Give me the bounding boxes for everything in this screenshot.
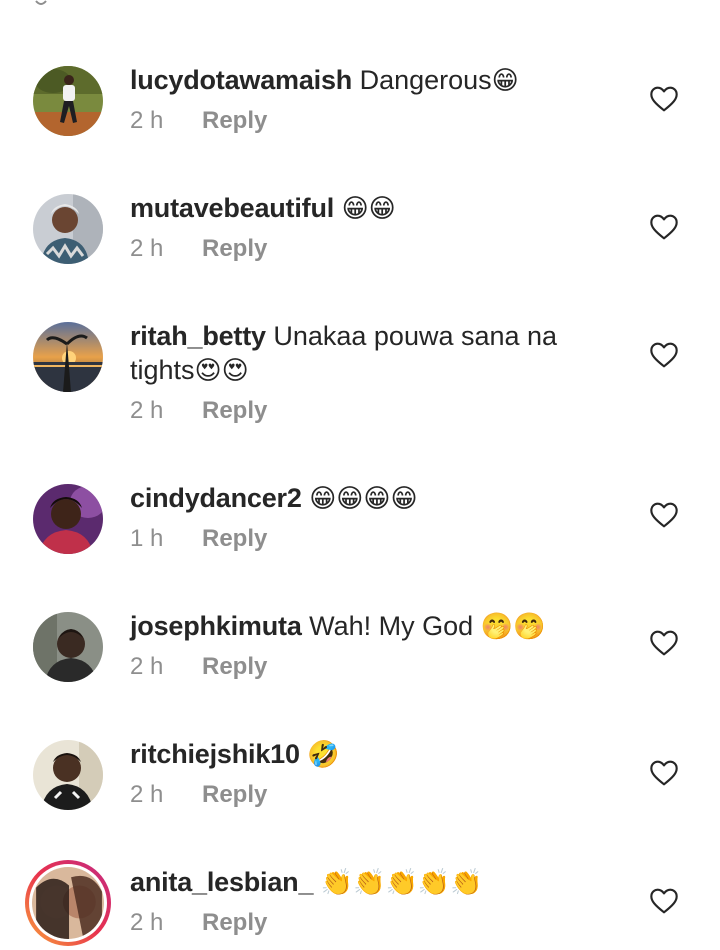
comment-username[interactable]: mutavebeautiful: [130, 193, 334, 223]
comment-username[interactable]: cindydancer2: [130, 483, 302, 513]
comment-username[interactable]: anita_lesbian_: [130, 867, 313, 897]
comment-body: ritah_betty Unakaa pouwa sana na tights😍…: [130, 319, 580, 427]
comment-timestamp: 2 h: [130, 909, 164, 936]
comment-emoji: 😍😍: [194, 355, 249, 385]
comment-text: ritah_betty Unakaa pouwa sana na tights😍…: [130, 319, 580, 387]
reply-button[interactable]: Reply: [202, 107, 267, 134]
comment-message: Wah! My God: [301, 611, 481, 641]
comment-timestamp: 1 h: [130, 525, 164, 552]
heart-outline-icon: [650, 502, 678, 528]
reply-button[interactable]: Reply: [202, 525, 267, 552]
reply-button[interactable]: Reply: [202, 235, 267, 262]
heart-outline-icon: [650, 888, 678, 914]
comment-message: [334, 193, 342, 223]
comment-emoji: 😁: [491, 65, 519, 95]
reply-button[interactable]: Reply: [202, 909, 267, 936]
comment-message: [313, 867, 321, 897]
comment-meta: 2 h Reply: [130, 779, 580, 811]
avatar-with-story-ring[interactable]: [25, 860, 111, 946]
avatar[interactable]: [33, 322, 103, 392]
avatar[interactable]: [33, 612, 103, 682]
like-button[interactable]: [648, 627, 680, 659]
comment-username[interactable]: ritah_betty: [130, 321, 266, 351]
comment-username[interactable]: lucydotawamaish: [130, 65, 352, 95]
comment-emoji: 👏👏👏👏👏: [320, 867, 483, 897]
comment-text: mutavebeautiful 😁😁: [130, 191, 580, 225]
comment-body: lucydotawamaish Dangerous😁 2 h Reply: [130, 63, 580, 137]
comment-timestamp: 2 h: [130, 653, 164, 680]
like-button[interactable]: [648, 83, 680, 115]
comment-text: ritchiejshik10 🤣: [130, 737, 580, 771]
comment-meta: 2 h Reply: [130, 651, 580, 683]
like-button[interactable]: [648, 211, 680, 243]
heart-outline-icon: [650, 760, 678, 786]
comment-timestamp: 2 h: [130, 397, 164, 424]
like-button[interactable]: [648, 339, 680, 371]
avatar[interactable]: [33, 484, 103, 554]
comment-body: cindydancer2 😁😁😁😁 1 h Reply: [130, 481, 580, 555]
avatar[interactable]: [33, 740, 103, 810]
comment-body: josephkimuta Wah! My God 🤭🤭 2 h Reply: [130, 609, 580, 683]
user-photo-icon: [32, 867, 104, 939]
reply-button[interactable]: Reply: [202, 781, 267, 808]
like-button[interactable]: [648, 885, 680, 917]
user-photo-icon: [33, 194, 103, 264]
comment-timestamp: 2 h: [130, 781, 164, 808]
comment-text: cindydancer2 😁😁😁😁: [130, 481, 580, 515]
comments-list: lucydotawamaish Dangerous😁 2 h Reply muta…: [0, 0, 720, 950]
comment-meta: 2 h Reply: [130, 395, 580, 427]
user-photo-icon: [33, 612, 103, 682]
comment-timestamp: 2 h: [130, 107, 164, 134]
comment-text: josephkimuta Wah! My God 🤭🤭: [130, 609, 580, 643]
comment-meta: 2 h Reply: [130, 233, 580, 265]
comment-emoji: 🤣: [307, 739, 340, 769]
comment-emoji: 😁😁: [341, 193, 396, 223]
comment-emoji: 😁😁😁😁: [309, 483, 418, 513]
comment-meta: 2 h Reply: [130, 105, 580, 137]
comment-body: anita_lesbian_ 👏👏👏👏👏 2 h Reply: [130, 860, 580, 939]
story-ring: [29, 864, 107, 942]
comment-body: mutavebeautiful 😁😁 2 h Reply: [130, 191, 580, 265]
scrolled-content-edge: [34, 0, 48, 6]
avatar[interactable]: [33, 66, 103, 136]
comment-meta: 2 h Reply: [130, 907, 580, 939]
comment-timestamp: 2 h: [130, 235, 164, 262]
comment-text: anita_lesbian_ 👏👏👏👏👏: [130, 865, 580, 899]
comment-username[interactable]: ritchiejshik10: [130, 739, 300, 769]
heart-outline-icon: [650, 630, 678, 656]
comment-text: lucydotawamaish Dangerous😁: [130, 63, 580, 97]
heart-outline-icon: [650, 214, 678, 240]
comment-emoji: 🤭🤭: [480, 611, 546, 641]
comment-message: Dangerous: [352, 65, 492, 95]
comment-username[interactable]: josephkimuta: [130, 611, 302, 641]
user-photo-icon: [33, 66, 103, 136]
heart-outline-icon: [650, 86, 678, 112]
like-button[interactable]: [648, 499, 680, 531]
comment-meta: 1 h Reply: [130, 523, 580, 555]
reply-button[interactable]: Reply: [202, 397, 267, 424]
user-photo-icon: [33, 740, 103, 810]
reply-button[interactable]: Reply: [202, 653, 267, 680]
heart-outline-icon: [650, 342, 678, 368]
like-button[interactable]: [648, 757, 680, 789]
sunset-photo-icon: [33, 322, 103, 392]
avatar[interactable]: [33, 194, 103, 264]
comment-body: ritchiejshik10 🤣 2 h Reply: [130, 737, 580, 811]
user-photo-icon: [33, 484, 103, 554]
